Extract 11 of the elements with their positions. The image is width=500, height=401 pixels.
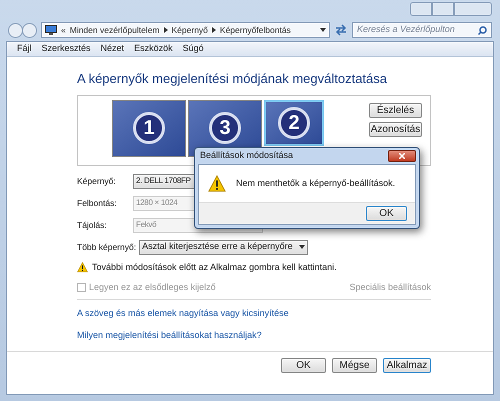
field-label: Tájolás:: [77, 218, 108, 232]
field-label: Több képernyő:: [77, 240, 138, 254]
notice-text: További módosítások előtt az Alkalmaz gombra kell kattintani.: [92, 260, 337, 274]
checkbox-label: Legyen ez az elsődleges kijelző: [89, 281, 216, 294]
monitor-number: 1: [133, 112, 165, 144]
field-label: Képernyő:: [77, 174, 117, 188]
monitor-number: 3: [209, 112, 241, 144]
dialog-message: Nem menthetők a képernyő-beállítások.: [236, 176, 396, 190]
page-heading: A képernyők megjelenítési módjának megváltoztatása: [77, 70, 388, 88]
field-label: Felbontás:: [77, 196, 118, 210]
monitor-number: 2: [278, 106, 310, 138]
